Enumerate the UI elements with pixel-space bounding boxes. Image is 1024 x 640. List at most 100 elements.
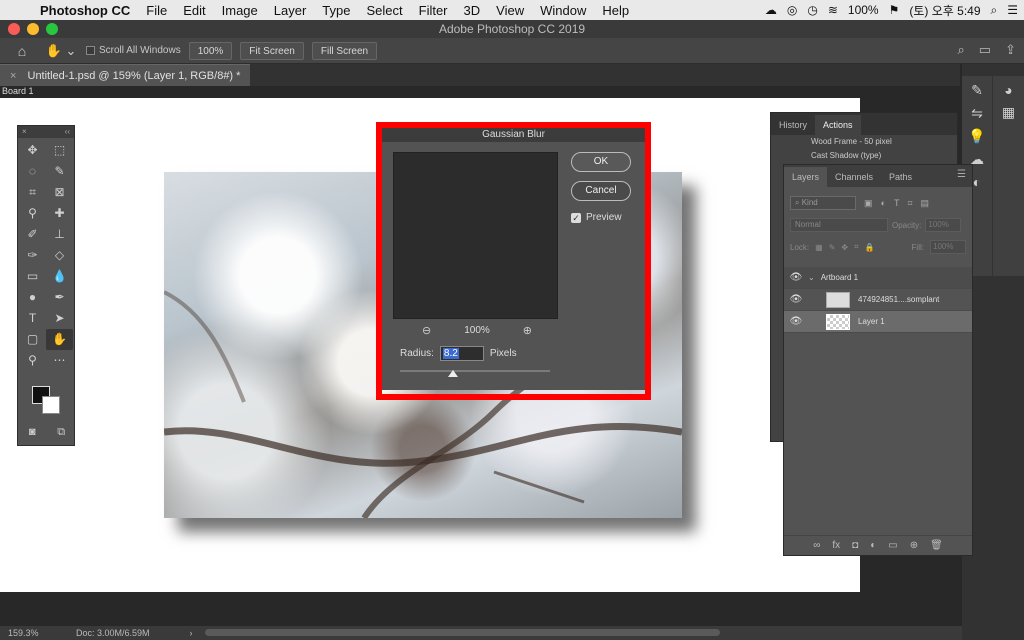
filter-preview[interactable] bbox=[393, 152, 558, 319]
menu-file[interactable]: File bbox=[138, 3, 175, 18]
time-machine-icon[interactable]: ◷ bbox=[807, 3, 817, 17]
share-icon[interactable]: ⇪ bbox=[1005, 42, 1016, 58]
filter-smart-icon[interactable]: ▤ bbox=[921, 198, 930, 209]
brush-settings-icon[interactable]: ✎ bbox=[962, 82, 992, 99]
healing-brush-tool-icon[interactable]: ✚ bbox=[46, 203, 73, 224]
menu-app-name[interactable]: Photoshop CC bbox=[36, 3, 138, 18]
rectangle-tool-icon[interactable]: ▢ bbox=[19, 329, 46, 350]
menu-type[interactable]: Type bbox=[314, 3, 358, 18]
home-icon[interactable]: ⌂ bbox=[0, 43, 44, 59]
flag-icon[interactable]: ⚑ bbox=[889, 3, 900, 17]
layer-row-layer-1[interactable]: 👁 Layer 1 bbox=[784, 311, 972, 333]
layer-row-image[interactable]: 👁 474924851....somplant bbox=[784, 289, 972, 311]
marquee-tool-icon[interactable]: ⬚ bbox=[46, 140, 73, 161]
properties-icon[interactable]: ⇋ bbox=[962, 105, 992, 122]
fit-screen-button[interactable]: Fit Screen bbox=[240, 41, 304, 60]
close-panel-icon[interactable]: × bbox=[22, 126, 27, 138]
zoom-window-button[interactable] bbox=[46, 23, 58, 35]
fill-input[interactable]: 100% bbox=[930, 240, 966, 254]
layer-row-artboard[interactable]: 👁 ⌄ Artboard 1 bbox=[784, 267, 972, 289]
swatches-icon[interactable]: ▦ bbox=[993, 104, 1024, 121]
blend-mode-select[interactable]: Normal bbox=[790, 218, 888, 232]
hand-tool-icon[interactable]: ✋ bbox=[46, 329, 73, 350]
menu-help[interactable]: Help bbox=[594, 3, 637, 18]
preview-checkbox[interactable]: ✓ Preview bbox=[571, 212, 622, 223]
battery-percent[interactable]: 100% bbox=[848, 3, 879, 17]
more-tools-icon[interactable]: ⋯ bbox=[46, 350, 73, 371]
hand-tool-preset-icon[interactable]: ✋ ⌄ bbox=[44, 43, 78, 59]
visibility-eye-icon[interactable]: 👁 bbox=[784, 272, 808, 283]
menu-filter[interactable]: Filter bbox=[411, 3, 456, 18]
menu-edit[interactable]: Edit bbox=[175, 3, 213, 18]
collapse-panel-icon[interactable]: ‹‹ bbox=[65, 126, 70, 138]
lock-all-icon[interactable]: 🔒 bbox=[865, 243, 875, 252]
layer-mask-icon[interactable]: ◘ bbox=[852, 540, 858, 551]
lasso-tool-icon[interactable]: ◌ bbox=[19, 161, 46, 182]
ok-button[interactable]: OK bbox=[571, 152, 631, 172]
eyedropper-tool-icon[interactable]: ⚲ bbox=[19, 203, 46, 224]
wifi-icon[interactable]: ≋ bbox=[828, 3, 838, 17]
brush-tool-icon[interactable]: ✐ bbox=[19, 224, 46, 245]
fill-screen-button[interactable]: Fill Screen bbox=[311, 41, 378, 60]
stamp-tool-icon[interactable]: ⊥ bbox=[46, 224, 73, 245]
clock[interactable]: (토) 오후 5:49 bbox=[909, 2, 980, 19]
move-tool-icon[interactable]: ✥ bbox=[19, 140, 46, 161]
path-select-tool-icon[interactable]: ➤ bbox=[46, 308, 73, 329]
opacity-input[interactable]: 100% bbox=[925, 218, 962, 232]
color-icon[interactable]: ◕ bbox=[993, 82, 1024, 98]
tab-actions[interactable]: Actions bbox=[815, 115, 861, 135]
type-tool-icon[interactable]: T bbox=[19, 308, 46, 329]
status-icon[interactable]: ◎ bbox=[787, 3, 797, 17]
search-icon[interactable]: ⌕ bbox=[991, 3, 998, 18]
lock-image-icon[interactable]: ✎ bbox=[829, 243, 836, 252]
action-row[interactable]: Wood Frame - 50 pixel bbox=[771, 135, 957, 149]
background-color-swatch[interactable] bbox=[42, 396, 60, 414]
menu-view[interactable]: View bbox=[488, 3, 532, 18]
lock-transparent-icon[interactable]: ▦ bbox=[815, 243, 823, 252]
radius-slider[interactable] bbox=[400, 370, 550, 377]
gradient-tool-icon[interactable]: ▭ bbox=[19, 266, 46, 287]
chevron-down-icon[interactable]: ⌄ bbox=[808, 273, 815, 282]
creative-cloud-icon[interactable]: ☁ bbox=[765, 3, 777, 17]
filter-type-icon[interactable]: T bbox=[894, 198, 900, 208]
frame-tool-icon[interactable]: ⊠ bbox=[46, 182, 73, 203]
slider-knob[interactable] bbox=[448, 370, 458, 377]
eraser-tool-icon[interactable]: ◇ bbox=[46, 245, 73, 266]
menu-3d[interactable]: 3D bbox=[456, 3, 489, 18]
new-layer-icon[interactable]: ⊕ bbox=[910, 540, 918, 551]
zoom-100-button[interactable]: 100% bbox=[188, 41, 233, 60]
menu-window[interactable]: Window bbox=[532, 3, 594, 18]
document-tab[interactable]: × Untitled-1.psd @ 159% (Layer 1, RGB/8#… bbox=[0, 64, 251, 86]
chevron-right-icon[interactable]: › bbox=[190, 628, 193, 638]
filter-pixel-icon[interactable]: ▣ bbox=[864, 198, 873, 209]
quick-select-tool-icon[interactable]: ✎ bbox=[46, 161, 73, 182]
pen-tool-icon[interactable]: ✒ bbox=[46, 287, 73, 308]
filter-kind-select[interactable]: ⌕ Kind bbox=[790, 196, 856, 210]
minimize-window-button[interactable] bbox=[27, 23, 39, 35]
lock-artboard-icon[interactable]: ⌗ bbox=[854, 242, 859, 252]
search-icon[interactable]: ⌕ bbox=[958, 42, 965, 58]
screen-mode-icon[interactable]: ⧉ bbox=[57, 426, 65, 439]
action-row[interactable]: Cast Shadow (type) bbox=[771, 149, 957, 163]
panel-menu-icon[interactable]: ☰ bbox=[957, 169, 966, 180]
radius-input[interactable]: 8.2 bbox=[439, 346, 484, 361]
filter-shape-icon[interactable]: ⌗ bbox=[907, 198, 912, 209]
visibility-eye-icon[interactable]: 👁 bbox=[784, 316, 808, 327]
zoom-in-icon[interactable]: ⊕ bbox=[523, 324, 532, 337]
tab-channels[interactable]: Channels bbox=[827, 167, 881, 187]
layer-style-icon[interactable]: fx bbox=[832, 540, 840, 551]
menu-layer[interactable]: Layer bbox=[266, 3, 315, 18]
menu-select[interactable]: Select bbox=[358, 3, 410, 18]
crop-tool-icon[interactable]: ⌗ bbox=[19, 182, 46, 203]
quick-mask-icon[interactable]: ◙ bbox=[29, 426, 36, 439]
zoom-out-icon[interactable]: ⊖ bbox=[422, 324, 431, 337]
link-layers-icon[interactable]: ∞ bbox=[813, 540, 820, 551]
workspace-icon[interactable]: ▭ bbox=[979, 42, 991, 58]
delete-layer-icon[interactable]: 🗑 bbox=[930, 540, 943, 551]
dodge-tool-icon[interactable]: ● bbox=[19, 287, 46, 308]
history-brush-tool-icon[interactable]: ✑ bbox=[19, 245, 46, 266]
filter-adjustment-icon[interactable]: ◐ bbox=[881, 198, 886, 208]
tab-history[interactable]: History bbox=[771, 115, 815, 135]
adjustment-layer-icon[interactable]: ◐ bbox=[870, 540, 876, 551]
new-group-icon[interactable]: ▭ bbox=[888, 540, 897, 551]
